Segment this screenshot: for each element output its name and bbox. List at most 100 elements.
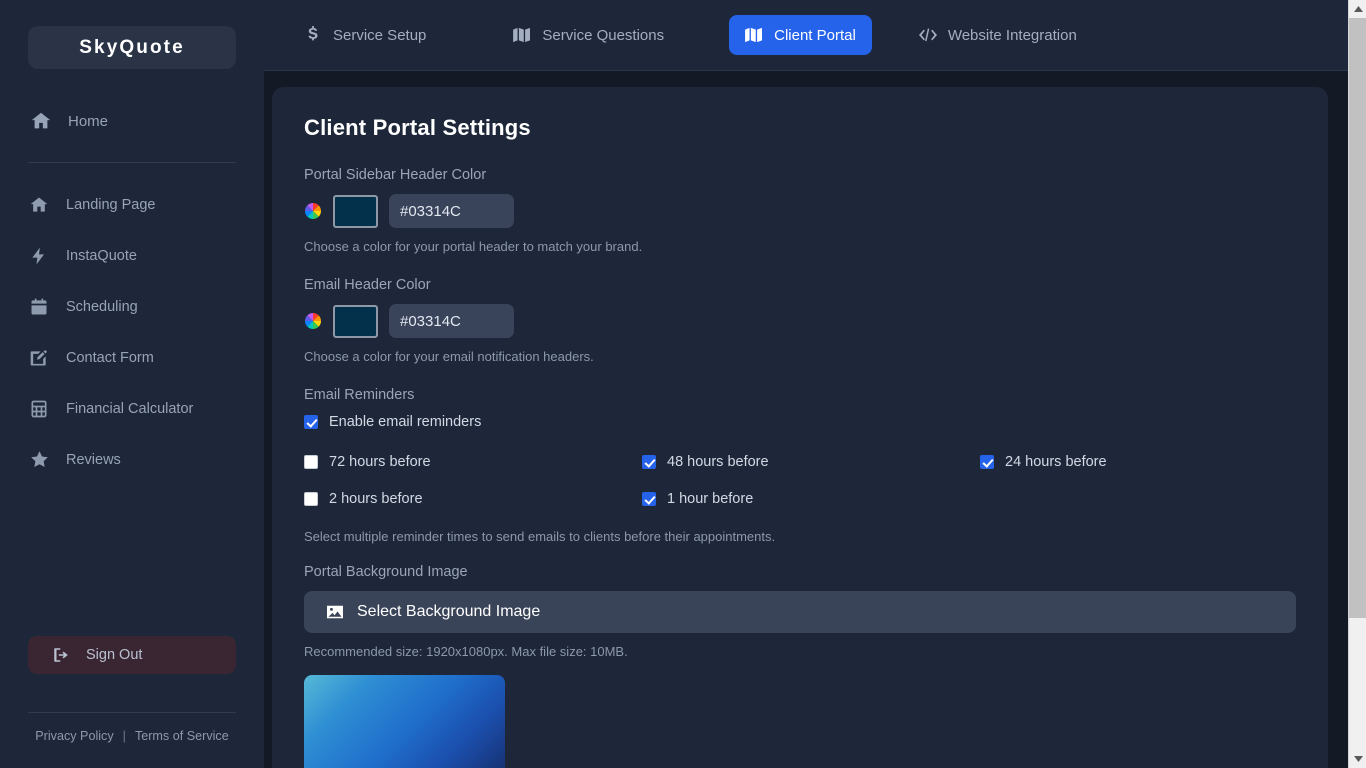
page-title: Client Portal Settings bbox=[304, 115, 531, 140]
app-logo-text: SkyQuote bbox=[79, 36, 185, 58]
app-logo[interactable]: SkyQuote bbox=[28, 26, 236, 69]
email-header-color-field: Email Header Color #03314C Choose a colo… bbox=[304, 277, 1296, 364]
sidebar-item-financial-calculator[interactable]: Financial Calculator bbox=[28, 383, 236, 434]
calendar-icon bbox=[28, 296, 50, 318]
color-wheel-icon bbox=[304, 202, 322, 220]
logo-container: SkyQuote bbox=[0, 0, 264, 69]
grid-filler bbox=[980, 491, 1296, 507]
sign-out-button[interactable]: Sign Out bbox=[28, 636, 236, 674]
vertical-scrollbar[interactable] bbox=[1348, 0, 1366, 768]
home-icon bbox=[28, 194, 50, 216]
sidebar-item-instaquote[interactable]: InstaQuote bbox=[28, 230, 236, 281]
tab-label: Client Portal bbox=[774, 26, 856, 44]
content-scroll-area: Client Portal Settings Portal Sidebar He… bbox=[264, 71, 1366, 768]
star-icon bbox=[28, 449, 50, 471]
sidebar-header-color-swatch[interactable] bbox=[333, 194, 378, 228]
reminder-checkbox-1h[interactable] bbox=[642, 492, 656, 506]
color-wheel-icon bbox=[304, 312, 322, 330]
terms-of-service-link[interactable]: Terms of Service bbox=[135, 729, 229, 743]
enable-email-reminders-row[interactable]: Enable email reminders bbox=[304, 414, 1296, 430]
reminder-option-1h[interactable]: 1 hour before bbox=[642, 491, 980, 507]
sign-out-container: Sign Out bbox=[0, 636, 264, 674]
reminder-option-2h[interactable]: 2 hours before bbox=[304, 491, 642, 507]
map-icon bbox=[745, 26, 763, 44]
scrollbar-thumb[interactable] bbox=[1349, 18, 1366, 618]
button-label: Select Background Image bbox=[357, 603, 541, 620]
help-text: Choose a color for your email notificati… bbox=[304, 349, 594, 364]
reminder-options-grid: 72 hours before 48 hours before 24 hours… bbox=[304, 454, 1296, 507]
image-icon bbox=[325, 603, 344, 622]
tab-service-questions[interactable]: Service Questions bbox=[497, 15, 680, 55]
scroll-up-arrow[interactable] bbox=[1349, 0, 1366, 18]
tab-label: Website Integration bbox=[947, 26, 1077, 44]
portal-sidebar-header-color-field: Portal Sidebar Header Color #03314C Choo… bbox=[304, 167, 1296, 254]
sidebar-item-landing-page[interactable]: Landing Page bbox=[28, 179, 236, 230]
reminder-option-48h[interactable]: 48 hours before bbox=[642, 454, 980, 470]
checkbox-label: 48 hours before bbox=[667, 454, 769, 470]
sidebar-item-label: Landing Page bbox=[66, 196, 156, 213]
portal-background-image-field: Portal Background Image Select Backgroun… bbox=[304, 564, 1296, 768]
map-icon bbox=[513, 26, 531, 44]
field-label: Portal Background Image bbox=[304, 564, 468, 580]
sidebar-nav: Landing Page InstaQuote Scheduling Conta… bbox=[0, 163, 264, 485]
dollar-icon bbox=[304, 26, 322, 44]
tab-client-portal[interactable]: Client Portal bbox=[729, 15, 872, 55]
sidebar-home-section: Home bbox=[0, 102, 264, 140]
code-icon bbox=[918, 26, 937, 44]
reminder-checkbox-72h[interactable] bbox=[304, 455, 318, 469]
reminder-checkbox-24h[interactable] bbox=[980, 455, 994, 469]
checkbox-label: 24 hours before bbox=[1005, 454, 1107, 470]
email-header-hex-input[interactable] bbox=[389, 304, 514, 338]
scroll-down-arrow[interactable] bbox=[1349, 750, 1366, 768]
color-picker-row bbox=[304, 304, 1296, 338]
reminder-checkbox-2h[interactable] bbox=[304, 492, 318, 506]
email-reminders-field: Email Reminders Enable email reminders 7… bbox=[304, 387, 1296, 544]
app-root: SkyQuote Home Landing Page InstaQuote Sc… bbox=[0, 0, 1366, 768]
main-region: Service Setup Service Questions Client P… bbox=[264, 0, 1366, 768]
pencil-square-icon bbox=[28, 347, 50, 369]
tab-website-integration[interactable]: Website Integration bbox=[903, 15, 1093, 55]
calculator-icon bbox=[28, 398, 50, 420]
background-image-preview[interactable] bbox=[304, 675, 505, 768]
tab-label: Service Setup bbox=[333, 26, 427, 44]
client-portal-settings-panel: Client Portal Settings Portal Sidebar He… bbox=[272, 87, 1328, 768]
field-label: Email Reminders bbox=[304, 387, 415, 403]
reminder-option-72h[interactable]: 72 hours before bbox=[304, 454, 642, 470]
sidebar-item-label: Scheduling bbox=[66, 298, 138, 315]
tab-label: Service Questions bbox=[542, 26, 665, 44]
tab-service-setup[interactable]: Service Setup bbox=[288, 15, 442, 55]
reminder-checkbox-48h[interactable] bbox=[642, 455, 656, 469]
sidebar-item-reviews[interactable]: Reviews bbox=[28, 434, 236, 485]
sidebar-item-label: InstaQuote bbox=[66, 247, 137, 264]
email-header-color-swatch[interactable] bbox=[333, 304, 378, 338]
sign-out-icon bbox=[52, 646, 70, 664]
checkbox-label: 72 hours before bbox=[329, 454, 431, 470]
color-picker-row bbox=[304, 194, 1296, 228]
sidebar-item-label: Reviews bbox=[66, 451, 121, 468]
sidebar-item-contact-form[interactable]: Contact Form bbox=[28, 332, 236, 383]
privacy-policy-link[interactable]: Privacy Policy bbox=[35, 729, 113, 743]
help-text: Recommended size: 1920x1080px. Max file … bbox=[304, 644, 628, 659]
sidebar-item-label: Home bbox=[68, 112, 109, 130]
sign-out-label: Sign Out bbox=[86, 647, 143, 663]
help-text: Choose a color for your portal header to… bbox=[304, 239, 643, 254]
select-background-image-button[interactable]: Select Background Image bbox=[304, 591, 1296, 633]
enable-email-reminders-checkbox[interactable] bbox=[304, 415, 318, 429]
bolt-icon bbox=[28, 245, 50, 267]
footer-separator: | bbox=[122, 729, 126, 743]
help-text: Select multiple reminder times to send e… bbox=[304, 529, 776, 544]
sidebar: SkyQuote Home Landing Page InstaQuote Sc… bbox=[0, 0, 264, 768]
sidebar-item-label: Financial Calculator bbox=[66, 400, 194, 417]
top-tab-bar: Service Setup Service Questions Client P… bbox=[264, 0, 1366, 71]
sidebar-header-hex-input[interactable] bbox=[389, 194, 514, 228]
sidebar-item-home[interactable]: Home bbox=[28, 102, 236, 140]
sidebar-item-scheduling[interactable]: Scheduling bbox=[28, 281, 236, 332]
sidebar-item-label: Contact Form bbox=[66, 349, 154, 366]
reminder-option-24h[interactable]: 24 hours before bbox=[980, 454, 1296, 470]
checkbox-label: Enable email reminders bbox=[329, 414, 482, 430]
home-icon bbox=[28, 110, 54, 132]
